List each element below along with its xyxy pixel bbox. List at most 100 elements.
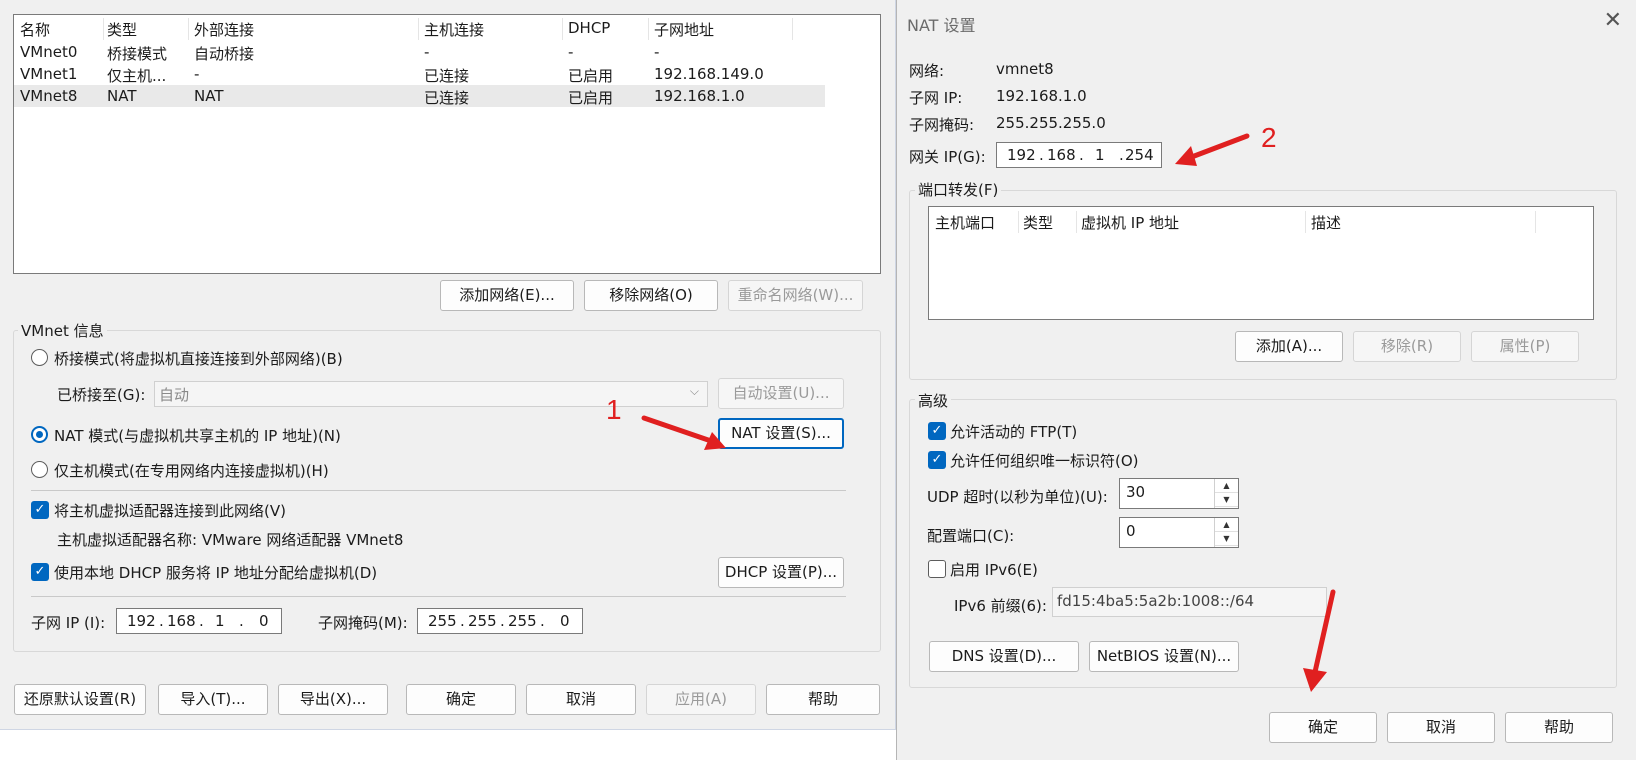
rename-network-button[interactable]: 重命名网络(W)...	[728, 280, 863, 311]
column-header-dhcp[interactable]: DHCP	[568, 19, 610, 39]
bridged-to-label: 已桥接至(G):	[57, 386, 146, 404]
annotation-number: 1	[606, 394, 622, 425]
column-header-host[interactable]: 主机连接	[424, 19, 484, 39]
subnet-mask-value: 255.255.255.0	[996, 114, 1106, 132]
subnet-mask-input[interactable]: 255 . 255 . 255 . 0	[417, 608, 583, 634]
column-header-description[interactable]: 描述	[1311, 212, 1341, 233]
gateway-ip-input[interactable]: 192 . 168 . 1 . 254	[996, 142, 1162, 168]
spin-up-icon[interactable]: ▲	[1215, 479, 1238, 493]
cell-type: 仅主机...	[107, 67, 167, 85]
ok-button[interactable]: 确定	[406, 684, 516, 715]
nat-mode-radio[interactable]	[31, 426, 48, 443]
dhcp-settings-button[interactable]: DHCP 设置(P)...	[718, 557, 844, 588]
nat-mode-label[interactable]: NAT 模式(与虚拟机共享主机的 IP 地址)(N)	[54, 425, 341, 446]
config-port-label: 配置端口(C):	[927, 527, 1015, 545]
add-network-button[interactable]: 添加网络(E)...	[440, 280, 574, 311]
config-port-stepper[interactable]: 0 ▲ ▼	[1119, 517, 1239, 548]
network-list[interactable]: 名称 类型 外部连接 主机连接 DHCP 子网地址 VMnet0 桥接模式 自动…	[13, 14, 881, 274]
udp-timeout-stepper[interactable]: 30 ▲ ▼	[1119, 478, 1239, 509]
subnet-mask-label: 子网掩码(M):	[318, 614, 408, 632]
bridged-mode-radio[interactable]	[31, 349, 48, 366]
udp-timeout-label: UDP 超时(以秒为单位)(U):	[927, 488, 1108, 506]
table-row[interactable]: VMnet0 桥接模式 自动桥接 - - -	[14, 41, 825, 63]
ip-dot: .	[1079, 146, 1084, 164]
ip-octet: 1	[1095, 146, 1105, 164]
cell-type: NAT	[107, 87, 137, 105]
cancel-button[interactable]: 取消	[526, 684, 636, 715]
window-title: NAT 设置	[907, 16, 976, 35]
help-button[interactable]: 帮助	[766, 684, 880, 715]
bridged-to-select[interactable]: 自动 ⌵	[154, 381, 708, 407]
enable-ipv6-label[interactable]: 启用 IPv6(E)	[950, 559, 1038, 580]
host-only-mode-label[interactable]: 仅主机模式(在专用网络内连接虚拟机)(H)	[54, 460, 329, 481]
nat-settings-button[interactable]: NAT 设置(S)...	[718, 418, 844, 449]
network-label: 网络:	[909, 62, 945, 80]
close-icon[interactable]: ✕	[1604, 8, 1622, 33]
import-button[interactable]: 导入(T)...	[158, 684, 268, 715]
ip-octet: 1	[215, 612, 225, 630]
spin-down-icon[interactable]: ▼	[1215, 493, 1238, 507]
ipv6-prefix-label: IPv6 前缀(6):	[954, 597, 1047, 615]
cell-name: VMnet8	[20, 87, 78, 105]
dns-settings-button[interactable]: DNS 设置(D)...	[929, 641, 1079, 672]
column-header-name[interactable]: 名称	[20, 19, 50, 39]
allow-oui-label[interactable]: 允许任何组织唯一标识符(O)	[950, 450, 1139, 471]
table-row[interactable]: VMnet1 仅主机... - 已连接 已启用 192.168.149.0	[14, 63, 825, 85]
chevron-down-icon: ⌵	[689, 384, 699, 398]
properties-button[interactable]: 属性(P)	[1471, 331, 1579, 362]
subnet-ip-input[interactable]: 192 . 168 . 1 . 0	[116, 608, 282, 634]
subnet-mask-label: 子网掩码:	[909, 116, 975, 134]
column-header-vm-ip[interactable]: 虚拟机 IP 地址	[1081, 212, 1179, 233]
virtual-network-editor-window: 名称 类型 外部连接 主机连接 DHCP 子网地址 VMnet0 桥接模式 自动…	[0, 0, 896, 730]
column-header-type[interactable]: 类型	[1023, 212, 1053, 233]
help-button[interactable]: 帮助	[1505, 712, 1613, 743]
ip-dot: .	[460, 612, 465, 630]
ip-octet: 255	[468, 612, 497, 630]
cell-subnet: -	[654, 43, 660, 61]
table-row[interactable]: VMnet8 NAT NAT 已连接 已启用 192.168.1.0	[14, 85, 825, 107]
use-dhcp-checkbox[interactable]: ✓	[31, 563, 49, 581]
enable-ipv6-checkbox[interactable]	[928, 560, 946, 578]
connect-adapter-label[interactable]: 将主机虚拟适配器连接到此网络(V)	[54, 500, 286, 521]
add-port-button[interactable]: 添加(A)...	[1235, 331, 1343, 362]
connect-adapter-checkbox[interactable]: ✓	[31, 501, 49, 519]
ip-octet: 255	[508, 612, 537, 630]
cancel-button[interactable]: 取消	[1387, 712, 1495, 743]
nat-settings-window: NAT 设置 ✕ 网络: vmnet8 子网 IP: 192.168.1.0 子…	[896, 0, 1636, 760]
netbios-settings-button[interactable]: NetBIOS 设置(N)...	[1089, 641, 1239, 672]
apply-button[interactable]: 应用(A)	[646, 684, 756, 715]
column-header-subnet[interactable]: 子网地址	[654, 19, 714, 39]
cell-host: 已连接	[424, 67, 470, 85]
allow-ftp-checkbox[interactable]: ✓	[928, 422, 946, 440]
cell-dhcp: 已启用	[568, 67, 614, 85]
udp-timeout-value: 30	[1126, 483, 1146, 501]
ip-octet: 192	[127, 612, 156, 630]
column-header-external[interactable]: 外部连接	[194, 19, 254, 39]
column-header-host-port[interactable]: 主机端口	[935, 212, 995, 233]
annotation-number: 2	[1261, 122, 1277, 153]
column-header-type[interactable]: 类型	[107, 19, 137, 39]
allow-oui-checkbox[interactable]: ✓	[928, 451, 946, 469]
ip-dot: .	[199, 612, 204, 630]
ip-dot: .	[500, 612, 505, 630]
remove-network-button[interactable]: 移除网络(O)	[584, 280, 718, 311]
auto-settings-button[interactable]: 自动设置(U)...	[718, 378, 844, 409]
allow-ftp-label[interactable]: 允许活动的 FTP(T)	[950, 421, 1077, 442]
gateway-label: 网关 IP(G):	[909, 148, 986, 166]
vmnet-info-title: VMnet 信息	[18, 320, 107, 341]
bridged-mode-label[interactable]: 桥接模式(将虚拟机直接连接到外部网络)(B)	[54, 348, 343, 369]
port-forwarding-list[interactable]: 主机端口 类型 虚拟机 IP 地址 描述	[928, 206, 1594, 320]
remove-port-button[interactable]: 移除(R)	[1353, 331, 1461, 362]
divider	[31, 490, 846, 491]
subnet-ip-value: 192.168.1.0	[996, 87, 1087, 105]
host-only-mode-radio[interactable]	[31, 461, 48, 478]
ipv6-prefix-input[interactable]: fd15:4ba5:5a2b:1008::/64	[1052, 587, 1327, 617]
spin-up-icon[interactable]: ▲	[1215, 518, 1238, 532]
export-button[interactable]: 导出(X)...	[278, 684, 388, 715]
restore-defaults-button[interactable]: 还原默认设置(R)	[14, 684, 146, 715]
ok-button[interactable]: 确定	[1269, 712, 1377, 743]
spin-down-icon[interactable]: ▼	[1215, 532, 1238, 546]
use-dhcp-label[interactable]: 使用本地 DHCP 服务将 IP 地址分配给虚拟机(D)	[54, 562, 377, 583]
ip-octet: 192	[1007, 146, 1036, 164]
ip-octet: 254	[1125, 146, 1154, 164]
